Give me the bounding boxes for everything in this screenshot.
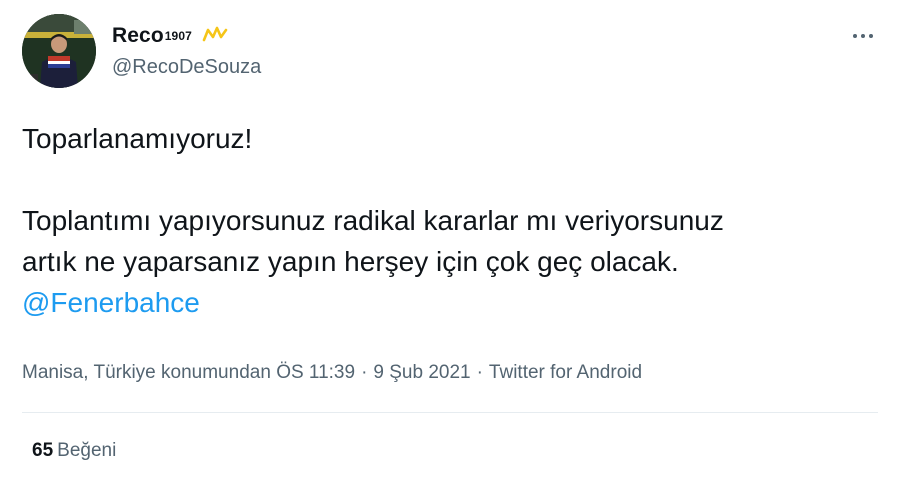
author-name-row[interactable]: Reco1907: [112, 24, 228, 48]
avatar-image: [22, 14, 96, 88]
author-display-name[interactable]: Reco1907: [112, 24, 192, 48]
timestamp-link[interactable]: ÖS 11:39 · 9 Şub 2021: [276, 362, 470, 383]
tweet-time: ÖS 11:39: [276, 362, 356, 383]
likes-count: 65: [32, 440, 54, 461]
author-handle[interactable]: @RecoDeSouza: [112, 56, 261, 79]
tweet-card: Reco1907 @RecoDeSouza Toparlanamıyoruz! …: [0, 0, 900, 486]
likes-stat[interactable]: 65 Beğeni: [32, 440, 116, 462]
tweet-line-1: Toparlanamıyoruz!: [22, 123, 253, 154]
mention-link[interactable]: @Fenerbahce: [22, 287, 200, 318]
tweet-date: 9 Şub 2021: [373, 362, 471, 383]
tweet-line-2: Toplantımı yapıyorsunuz radikal kararlar…: [22, 205, 724, 236]
tweet-metadata: Manisa, Türkiye konumundan ÖS 11:39 · 9 Şu…: [22, 362, 643, 383]
tweet-line-3: artık ne yaparsanız yapın herşey için ço…: [22, 246, 679, 277]
source-link[interactable]: Twitter for Android: [489, 362, 642, 383]
likes-label: Beğeni: [57, 440, 117, 461]
divider: [22, 412, 878, 413]
more-options-icon[interactable]: [848, 26, 878, 46]
tweet-text: Toparlanamıyoruz! Toplantımı yapıyorsunu…: [22, 118, 882, 323]
crown-icon: [202, 26, 228, 47]
location-link[interactable]: Manisa, Türkiye konumundan: [22, 362, 271, 383]
avatar[interactable]: [22, 14, 96, 88]
author-display-name-sup: 1907: [164, 29, 192, 43]
